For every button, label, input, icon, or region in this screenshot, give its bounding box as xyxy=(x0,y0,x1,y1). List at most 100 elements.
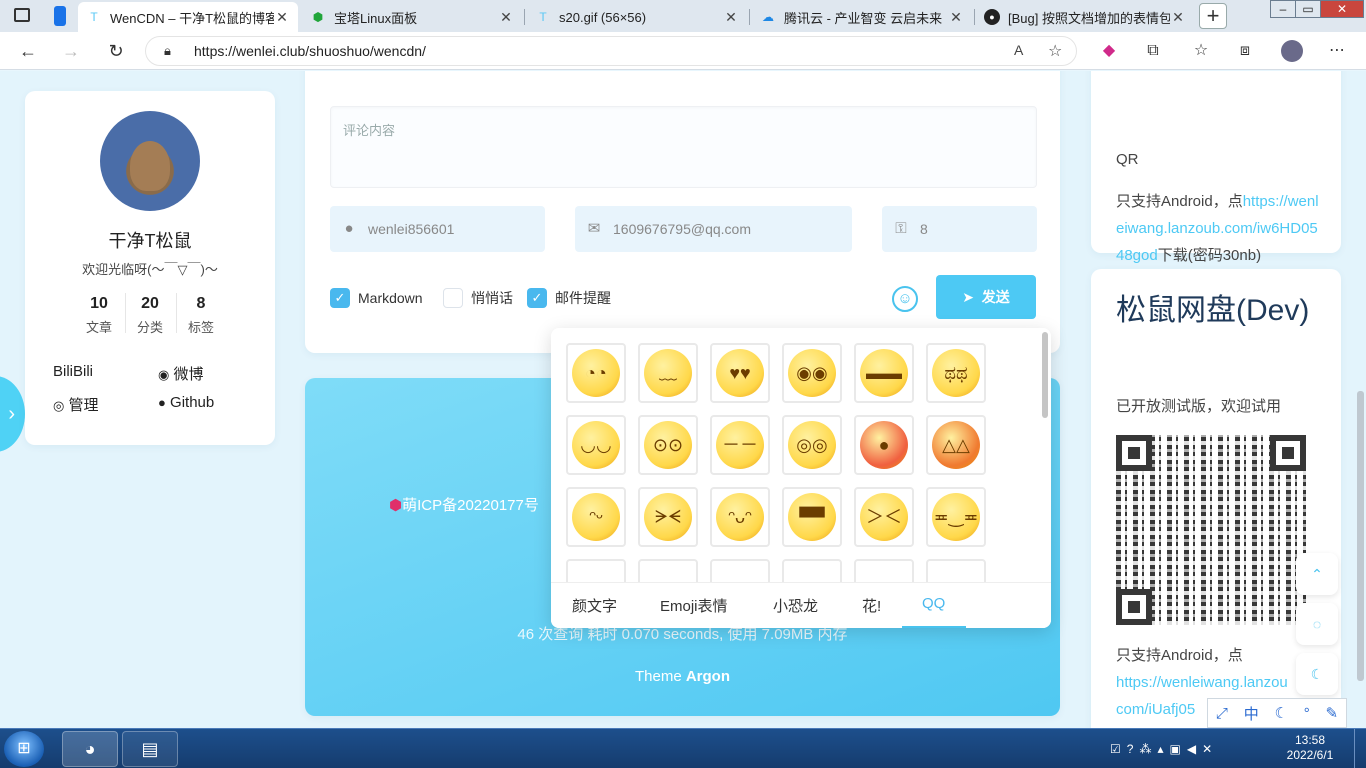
lock-icon: 🔒︎ xyxy=(164,43,171,58)
emoji-item[interactable]: △△ xyxy=(926,415,986,475)
edge-taskbar-icon[interactable]: ◕ xyxy=(62,731,118,767)
name-field[interactable]: ● wenlei856601 xyxy=(330,206,545,252)
emoji-item[interactable]: ▀▀ xyxy=(782,487,842,547)
help-tray-icon[interactable]: ? xyxy=(1127,742,1134,756)
expand-icon[interactable]: ⤢ xyxy=(1216,705,1228,722)
emoji-item[interactable]: ◡◡ xyxy=(566,415,626,475)
dark-mode-button[interactable]: ☾ xyxy=(1296,653,1338,695)
emoji-item[interactable]: ಥಥ xyxy=(926,343,986,403)
show-hidden-icon[interactable]: ▴ xyxy=(1157,742,1163,756)
explorer-taskbar-icon[interactable]: ▤ xyxy=(122,731,178,767)
read-aloud-icon[interactable]: A xyxy=(1014,42,1023,58)
emoji-item[interactable]: ◉◉ xyxy=(782,343,842,403)
tab-baota[interactable]: ⬢ 宝塔Linux面板 ✕ xyxy=(302,2,522,32)
close-icon[interactable]: ✕ xyxy=(948,9,964,26)
stat-articles[interactable]: 10 文章 xyxy=(74,295,124,336)
close-icon[interactable]: ✕ xyxy=(723,9,739,26)
punctuation-icon[interactable]: ° xyxy=(1304,705,1310,722)
emoji-tab-emoji[interactable]: Emoji表情 xyxy=(660,595,728,616)
checkbox-tray-icon[interactable]: ☑ xyxy=(1110,742,1121,756)
minimize-button[interactable]: – xyxy=(1270,0,1296,18)
icp-link[interactable]: ⬢萌ICP备20220177号 xyxy=(389,494,539,515)
close-icon[interactable]: ✕ xyxy=(498,9,514,26)
url-field[interactable]: 🔒︎ https://wenlei.club/shuoshuo/wencdn/ … xyxy=(145,36,1077,66)
emoji-tab-flower[interactable]: 花! xyxy=(862,595,881,616)
emoji-item[interactable]: ▬▬ xyxy=(854,343,914,403)
emoji-panel-scrollbar[interactable] xyxy=(1042,332,1048,418)
tab-s20-gif[interactable]: T s20.gif (56×56) ✕ xyxy=(527,2,747,32)
bluetooth-tray-icon[interactable]: ⁂ xyxy=(1139,742,1151,756)
email-field[interactable]: ✉ 1609676795@qq.com xyxy=(575,206,852,252)
emoji-item[interactable]: ♥♥ xyxy=(710,343,770,403)
comment-jump-button[interactable]: ◌ xyxy=(1296,603,1338,645)
sidebar-toggle-button[interactable]: › xyxy=(0,376,25,452)
profile-avatar[interactable] xyxy=(1281,40,1303,62)
action-center-icon[interactable]: ✕ xyxy=(1202,742,1212,756)
emoji-item[interactable]: ● xyxy=(854,415,914,475)
emoji-item[interactable]: ⊙⊙ xyxy=(638,415,698,475)
clock[interactable]: 13:58 2022/6/1 xyxy=(1278,733,1342,763)
download-line: 只支持Android，点 xyxy=(1116,193,1243,210)
close-icon[interactable]: ✕ xyxy=(1170,9,1186,26)
close-icon[interactable]: ✕ xyxy=(274,9,290,26)
emoji-item[interactable]: ﹏ xyxy=(638,343,698,403)
extensions-icon[interactable]: ⧉ xyxy=(1142,40,1164,62)
favorite-add-icon[interactable]: ☆ xyxy=(1048,41,1062,61)
tab-actions-icon[interactable] xyxy=(14,8,30,22)
private-checkbox[interactable]: 悄悄话 xyxy=(443,288,513,308)
emoji-item[interactable]: ＞＜ xyxy=(854,487,914,547)
vertical-tabs-icon[interactable] xyxy=(54,6,66,26)
netdisk-link[interactable]: https://wenleiwang.lanzou xyxy=(1116,674,1288,691)
theme-name[interactable]: Argon xyxy=(686,668,730,685)
tab-wencdn[interactable]: T WenCDN – 干净T松鼠的博客 ✕ xyxy=(78,2,298,32)
emoji-item[interactable]: ᵔᴗᵔ xyxy=(710,487,770,547)
markdown-checkbox[interactable]: ✓ Markdown xyxy=(330,288,423,308)
tab-github-bug[interactable]: ● [Bug] 按照文档增加的表情包 ✕ xyxy=(976,2,1194,32)
moon-icon[interactable]: ☾ xyxy=(1274,704,1287,722)
send-button[interactable]: ➤ 发送 xyxy=(936,275,1036,319)
check-icon: ✓ xyxy=(330,288,350,308)
stat-tags[interactable]: 8 标签 xyxy=(176,295,226,336)
emoji-item[interactable]: ≖‿≖ xyxy=(926,487,986,547)
wrench-icon[interactable]: ✎ xyxy=(1326,704,1339,722)
more-menu-icon[interactable]: ⋯ xyxy=(1326,40,1348,62)
collections-icon[interactable]: ⧈ xyxy=(1234,40,1256,62)
new-tab-button[interactable]: + xyxy=(1199,3,1227,29)
qq-face-icon: ⊙⊙ xyxy=(644,421,692,469)
back-icon[interactable]: ← xyxy=(15,38,41,64)
comment-textarea[interactable]: 评论内容 xyxy=(330,106,1037,188)
emoji-tab-kaomoji[interactable]: 颜文字 xyxy=(572,595,617,616)
link-bilibili[interactable]: BiliBili xyxy=(53,363,93,380)
emoji-panel-tabs: 颜文字 Emoji表情 小恐龙 花! QQ xyxy=(551,582,1051,628)
emoji-item[interactable]: ᗒᗕ xyxy=(638,487,698,547)
refresh-icon[interactable]: ↻ xyxy=(103,38,129,64)
captcha-field[interactable]: ⚿ 8 xyxy=(882,206,1037,252)
link-weibo[interactable]: ◉ 微博 xyxy=(158,363,204,384)
mail-notify-checkbox[interactable]: ✓ 邮件提醒 xyxy=(527,288,611,308)
emoji-item[interactable]: ◎◎ xyxy=(782,415,842,475)
netdisk-link-2[interactable]: com/iUafj05 xyxy=(1116,701,1195,718)
emoji-item[interactable]: ◔◔ xyxy=(566,343,626,403)
show-desktop-button[interactable] xyxy=(1354,729,1366,768)
network-tray-icon[interactable]: ▣ xyxy=(1169,742,1180,756)
forward-icon[interactable]: → xyxy=(58,38,84,64)
emoji-tab-qq[interactable]: QQ xyxy=(922,595,945,612)
favorites-icon[interactable]: ☆ xyxy=(1190,40,1212,62)
start-button[interactable]: ⊞ xyxy=(4,731,44,767)
maximize-button[interactable]: ▭ xyxy=(1295,0,1321,18)
emoji-tab-dinosaur[interactable]: 小恐龙 xyxy=(773,595,818,616)
scroll-top-button[interactable]: ⌃ xyxy=(1296,553,1338,595)
tab-tencent-cloud[interactable]: ☁ 腾讯云 - 产业智变 云启未来 ✕ xyxy=(752,2,972,32)
window-close-button[interactable]: ✕ xyxy=(1320,0,1364,18)
emoji-item[interactable]: －－ xyxy=(710,415,770,475)
volume-tray-icon[interactable]: ◀ xyxy=(1187,742,1196,756)
link-admin[interactable]: ◎ 管理 xyxy=(53,394,99,415)
qq-face-icon: ＞＜ xyxy=(860,493,908,541)
ime-mode[interactable]: 中 xyxy=(1244,703,1259,724)
emoji-toggle-icon[interactable]: ☺ xyxy=(892,286,918,312)
page-scrollbar[interactable] xyxy=(1357,391,1364,681)
emoji-item[interactable]: ᵔᵕ xyxy=(566,487,626,547)
extension-icon[interactable]: ◆ xyxy=(1098,40,1120,62)
link-github[interactable]: ● Github xyxy=(158,394,214,411)
stat-categories[interactable]: 20 分类 xyxy=(125,295,175,336)
